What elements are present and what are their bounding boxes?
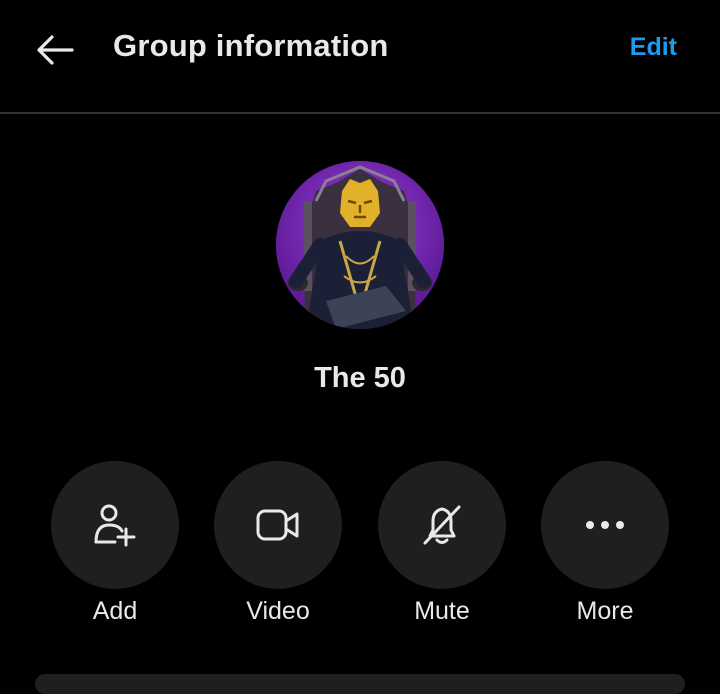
video-camera-icon xyxy=(256,509,299,541)
add-person-icon xyxy=(94,504,136,547)
group-avatar[interactable] xyxy=(276,161,444,329)
group-avatar-image xyxy=(276,161,444,329)
video-label: Video xyxy=(246,597,310,625)
more-dots-icon xyxy=(586,521,624,529)
bell-muted-icon xyxy=(423,505,461,545)
arrow-left-icon xyxy=(37,35,74,65)
more-label: More xyxy=(576,597,634,625)
video-action: Video xyxy=(214,461,342,626)
add-action: Add xyxy=(51,461,179,626)
add-label: Add xyxy=(92,597,138,625)
video-button[interactable] xyxy=(214,461,342,589)
mute-label: Mute xyxy=(414,597,470,625)
next-section-card xyxy=(35,674,685,694)
group-name: The 50 xyxy=(314,362,406,394)
add-button[interactable] xyxy=(51,461,179,589)
mute-button[interactable] xyxy=(378,461,506,589)
header-divider xyxy=(0,112,720,114)
mute-action: Mute xyxy=(378,461,506,626)
page-title: Group information xyxy=(113,28,389,63)
top-app-bar: Group information Edit xyxy=(0,0,720,113)
edit-button[interactable]: Edit xyxy=(630,33,677,62)
more-button[interactable] xyxy=(541,461,669,589)
more-action: More xyxy=(541,461,669,626)
back-button[interactable] xyxy=(30,26,80,74)
